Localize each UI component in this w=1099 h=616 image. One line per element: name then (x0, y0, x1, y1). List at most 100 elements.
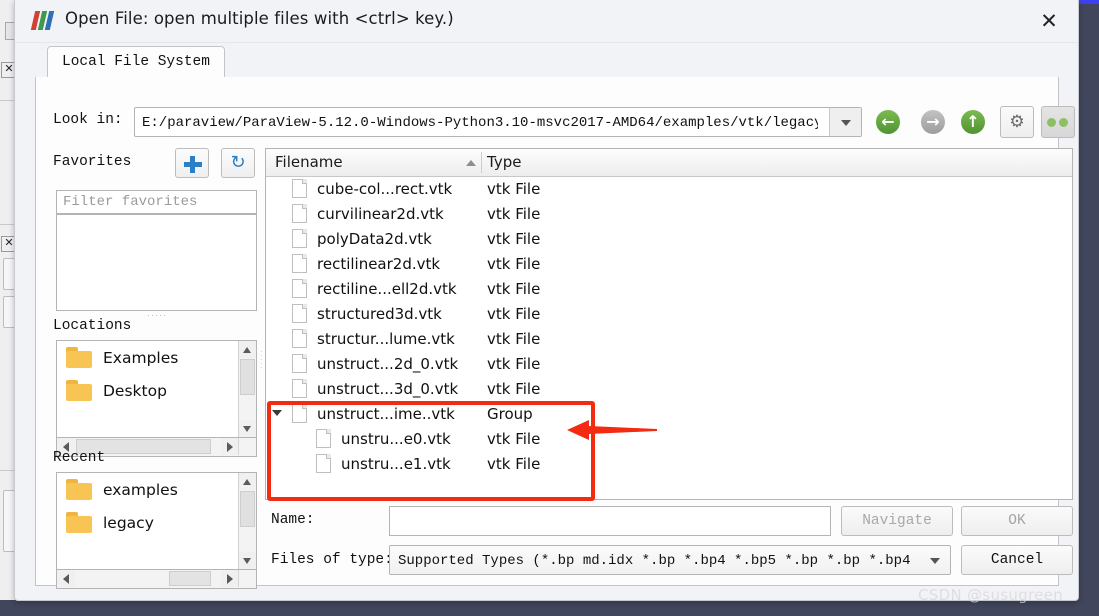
recent-list[interactable]: examples legacy (56, 472, 257, 570)
scroll-up-icon[interactable] (239, 341, 256, 358)
scroll-up-icon[interactable] (239, 473, 256, 490)
column-divider[interactable] (481, 152, 482, 173)
navigate-button[interactable]: Navigate (841, 506, 953, 536)
look-in-label: Look in: (53, 112, 123, 128)
background-accent-bar (1079, 0, 1099, 4)
table-row[interactable]: unstruct...ime..vtk Group (266, 401, 1072, 426)
chevron-down-icon[interactable] (829, 108, 861, 136)
plus-icon-vertical (190, 156, 195, 173)
ok-button[interactable]: OK (961, 506, 1073, 536)
refresh-icon: ↻ (230, 152, 246, 173)
folder-icon (66, 479, 92, 500)
file-list-rows: cube-col...rect.vtk vtk File curvilinear2d… (266, 176, 1072, 476)
cancel-button[interactable]: Cancel (961, 545, 1073, 575)
tab-strip: Local File System (35, 46, 1059, 78)
file-type: vtk File (487, 304, 541, 323)
column-header-filename[interactable]: Filename (275, 149, 343, 176)
files-of-type-combo[interactable]: Supported Types (*.bp md.idx *.bp *.bp4 … (389, 545, 951, 575)
file-name: rectilinear2d.vtk (317, 254, 441, 273)
scroll-left-icon[interactable] (57, 570, 75, 587)
vertical-scrollbar[interactable] (238, 341, 256, 437)
file-name: rectiline...ell2d.vtk (317, 279, 457, 298)
recent-horizontal-scrollbar[interactable] (56, 570, 257, 589)
close-icon[interactable]: ✕ (1032, 6, 1066, 36)
expander-icon[interactable] (272, 410, 282, 416)
file-name: polyData2d.vtk (317, 229, 432, 248)
file-name: unstruct...2d_0.vtk (317, 354, 459, 373)
file-type: vtk File (487, 279, 541, 298)
tab-local-file-system[interactable]: Local File System (47, 46, 225, 78)
look-in-combo[interactable]: E:/paraview/ParaView-5.12.0-Windows-Pyth… (134, 107, 862, 137)
vertical-scrollbar[interactable] (238, 473, 256, 569)
table-row[interactable]: cube-col...rect.vtk vtk File (266, 176, 1072, 201)
table-row[interactable]: unstruct...3d_0.vtk vtk File (266, 376, 1072, 401)
file-name: unstruct...ime..vtk (317, 404, 455, 423)
favorites-label: Favorites (53, 154, 132, 170)
scrollbar-corner (238, 570, 256, 587)
file-type: vtk File (487, 354, 541, 373)
table-row[interactable]: rectilinear2d.vtk vtk File (266, 251, 1072, 276)
table-row[interactable]: rectiline...ell2d.vtk vtk File (266, 276, 1072, 301)
splitter-grip[interactable]: ····· (137, 311, 177, 320)
table-row[interactable]: polyData2d.vtk vtk File (266, 226, 1072, 251)
scrollbar-thumb[interactable] (169, 571, 211, 586)
refresh-favorites-button[interactable]: ↻ (221, 148, 255, 178)
arrow-right-icon: → (926, 112, 940, 131)
folder-icon (66, 380, 92, 401)
location-name: Desktop (103, 381, 167, 400)
settings-button[interactable]: ⚙ (1000, 106, 1034, 138)
list-item[interactable]: examples (57, 473, 256, 506)
file-icon (292, 304, 307, 323)
scrollbar-thumb[interactable] (240, 359, 255, 395)
file-name: curvilinear2d.vtk (317, 204, 444, 223)
list-item[interactable]: Examples (57, 341, 256, 374)
folder-icon (66, 347, 92, 368)
file-icon (292, 179, 307, 198)
favorites-list[interactable] (56, 214, 257, 311)
folder-icon (66, 512, 92, 533)
scrollbar-thumb[interactable] (240, 491, 255, 527)
scroll-down-icon[interactable] (239, 552, 256, 569)
table-row[interactable]: structur...lume.vtk vtk File (266, 326, 1072, 351)
file-type: vtk File (487, 204, 541, 223)
table-row[interactable]: unstru...e1.vtk vtk File (266, 451, 1072, 476)
forward-button[interactable]: → (918, 107, 948, 137)
scroll-down-icon[interactable] (239, 420, 256, 437)
file-name: structured3d.vtk (317, 304, 442, 323)
file-name: unstru...e1.vtk (341, 454, 451, 473)
add-favorite-button[interactable] (175, 148, 209, 178)
name-input[interactable] (389, 506, 831, 536)
chevron-down-icon[interactable] (919, 546, 950, 574)
view-mode-button[interactable] (1041, 106, 1075, 138)
table-row[interactable]: unstruct...2d_0.vtk vtk File (266, 351, 1072, 376)
file-icon (292, 229, 307, 248)
file-type: Group (487, 404, 533, 423)
file-list-header: Filename Type (266, 149, 1072, 177)
list-item[interactable]: Desktop (57, 374, 256, 407)
file-name: unstru...e0.vtk (341, 429, 451, 448)
locations-list[interactable]: Examples Desktop (56, 340, 257, 438)
files-of-type-value: Supported Types (*.bp md.idx *.bp *.bp4 … (398, 553, 914, 569)
location-name: Examples (103, 348, 179, 367)
file-type: vtk File (487, 454, 541, 473)
column-header-type[interactable]: Type (487, 149, 521, 176)
recent-label: Recent (53, 450, 106, 466)
scroll-right-icon[interactable] (221, 570, 239, 587)
file-type: vtk File (487, 179, 541, 198)
file-type: vtk File (487, 254, 541, 273)
file-icon (292, 404, 307, 423)
up-button[interactable]: ↑ (958, 107, 988, 137)
filter-favorites-input[interactable] (56, 190, 257, 214)
dialog-title: Open File: open multiple files with <ctr… (65, 9, 454, 28)
list-item[interactable]: legacy (57, 506, 256, 539)
table-row[interactable]: curvilinear2d.vtk vtk File (266, 201, 1072, 226)
file-type: vtk File (487, 429, 541, 448)
name-label: Name: (271, 512, 315, 528)
table-row[interactable]: unstru...e0.vtk vtk File (266, 426, 1072, 451)
scroll-right-icon[interactable] (221, 438, 239, 455)
watermark: CSDN @susugreen (918, 586, 1064, 604)
table-row[interactable]: structured3d.vtk vtk File (266, 301, 1072, 326)
gear-icon: ⚙ (1009, 112, 1025, 132)
paraview-logo-icon (30, 11, 55, 30)
back-button[interactable]: ← (873, 107, 903, 137)
